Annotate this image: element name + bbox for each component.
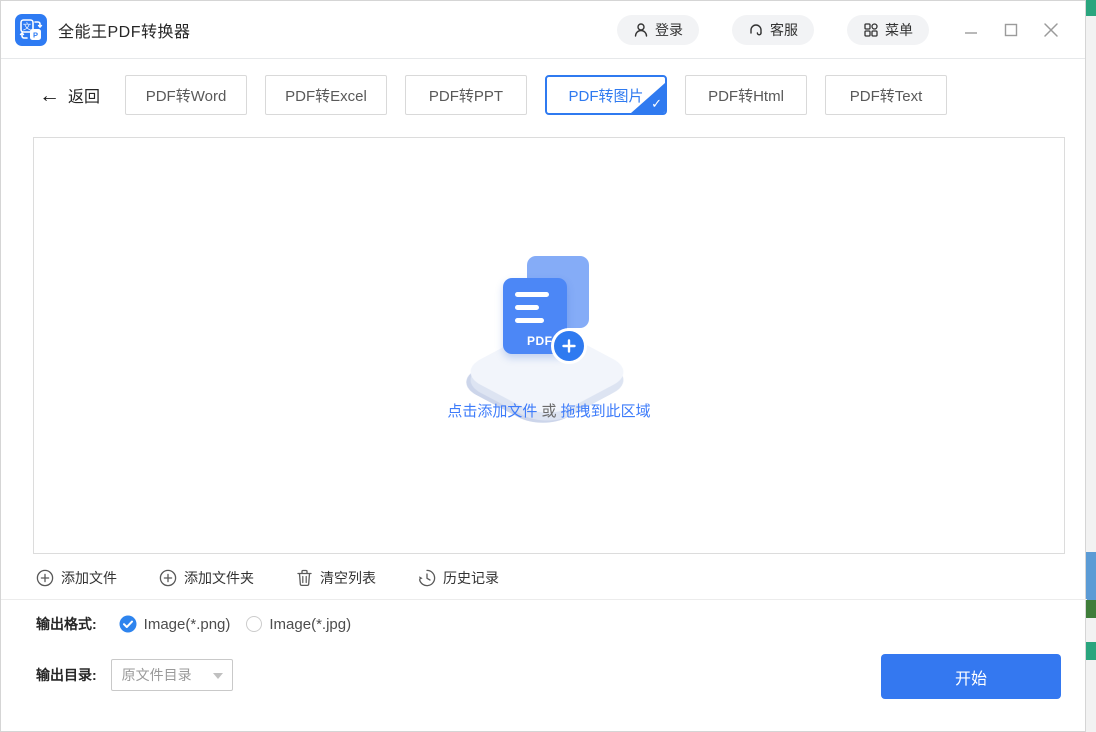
- tab-label: PDF转Text: [850, 85, 923, 106]
- background-photo-fragment: [1086, 552, 1096, 600]
- output-dir-select[interactable]: 原文件目录: [111, 659, 233, 691]
- back-arrow-icon: ←: [39, 85, 60, 106]
- tab-pdf-to-excel[interactable]: PDF转Excel✓: [265, 75, 387, 115]
- background-photo-fragment: [1086, 600, 1096, 618]
- radio-jpg-label: Image(*.jpg): [269, 616, 351, 633]
- add-plus-icon: [551, 328, 587, 364]
- chevron-down-icon: [213, 673, 223, 679]
- tab-pdf-to-ppt[interactable]: PDF转PPT✓: [405, 75, 527, 115]
- tab-pdf-to-text[interactable]: PDF转Text✓: [825, 75, 947, 115]
- history-label: 历史记录: [443, 568, 499, 588]
- menu-button[interactable]: 菜单: [847, 15, 929, 45]
- app-window: 文 P 全能王PDF转换器 登录: [0, 0, 1086, 732]
- window-controls: [951, 10, 1071, 50]
- check-icon: ✓: [651, 96, 662, 112]
- tab-pdf-to-html[interactable]: PDF转Html✓: [685, 75, 807, 115]
- titlebar: 文 P 全能王PDF转换器 登录: [1, 1, 1085, 59]
- file-dropzone[interactable]: PDF 点击添加文件 或 拖拽到此区域: [33, 137, 1065, 554]
- tab-label: PDF转Word: [146, 85, 227, 106]
- conversion-nav: ← 返回 PDF转Word✓ PDF转Excel✓ PDF转PPT✓ PDF转图…: [1, 73, 1085, 117]
- divider: [1, 599, 1087, 600]
- output-dir-row: 输出目录: 原文件目录: [36, 659, 233, 691]
- user-icon: [633, 22, 649, 38]
- support-label: 客服: [770, 20, 798, 40]
- radio-png-label: Image(*.png): [144, 616, 231, 633]
- output-format-label: 输出格式:: [36, 614, 97, 634]
- support-button[interactable]: 客服: [732, 15, 814, 45]
- background-fragment: [1086, 0, 1096, 16]
- pdf-badge: PDF: [527, 334, 553, 348]
- start-button[interactable]: 开始: [881, 654, 1061, 699]
- radio-unchecked-icon: [246, 616, 262, 632]
- svg-text:P: P: [33, 30, 38, 39]
- hint-drag-here: 拖拽到此区域: [561, 403, 651, 420]
- file-toolbar: 添加文件 添加文件夹 清空列表: [36, 564, 499, 592]
- app-title: 全能王PDF转换器: [58, 18, 191, 42]
- tab-label: PDF转Excel: [285, 85, 367, 106]
- dropzone-hint: 点击添加文件 或 拖拽到此区域: [34, 400, 1064, 421]
- tab-pdf-to-image[interactable]: PDF转图片✓: [545, 75, 667, 115]
- radio-image-jpg[interactable]: Image(*.jpg): [246, 616, 351, 633]
- check-circle-icon: [119, 615, 137, 633]
- minimize-button[interactable]: [951, 10, 991, 50]
- output-format-row: 输出格式: Image(*.png) Image(*.jpg): [36, 611, 351, 637]
- tab-label: PDF转Html: [708, 85, 784, 106]
- output-dir-value: 原文件目录: [122, 665, 192, 685]
- history-button[interactable]: 历史记录: [418, 568, 499, 588]
- menu-label: 菜单: [885, 20, 913, 40]
- output-dir-label: 输出目录:: [36, 665, 97, 685]
- back-label: 返回: [68, 83, 100, 107]
- trash-icon: [296, 569, 313, 587]
- radio-image-png[interactable]: Image(*.png): [119, 615, 231, 633]
- tab-bar: PDF转Word✓ PDF转Excel✓ PDF转PPT✓ PDF转图片✓ PD…: [125, 75, 947, 115]
- back-button[interactable]: ← 返回: [39, 83, 100, 107]
- plus-circle-icon: [159, 569, 177, 587]
- svg-text:文: 文: [23, 21, 32, 31]
- titlebar-actions: 登录 客服 菜单: [584, 10, 1085, 50]
- add-files-illustration: PDF: [469, 256, 629, 386]
- tab-pdf-to-word[interactable]: PDF转Word✓: [125, 75, 247, 115]
- login-label: 登录: [655, 20, 683, 40]
- background-desktop-strip: [1086, 0, 1096, 732]
- screen: 文 P 全能王PDF转换器 登录: [0, 0, 1096, 732]
- hint-or: 或: [537, 403, 560, 420]
- maximize-button[interactable]: [991, 10, 1031, 50]
- add-file-label: 添加文件: [61, 568, 117, 588]
- app-logo-icon: 文 P: [15, 14, 47, 46]
- close-button[interactable]: [1031, 10, 1071, 50]
- add-folder-label: 添加文件夹: [184, 568, 254, 588]
- clear-list-button[interactable]: 清空列表: [296, 568, 376, 588]
- headset-icon: [748, 22, 764, 38]
- plus-circle-icon: [36, 569, 54, 587]
- history-clock-icon: [418, 569, 436, 587]
- hint-add-files[interactable]: 点击添加文件: [447, 403, 537, 420]
- tab-label: PDF转PPT: [429, 85, 503, 106]
- clear-list-label: 清空列表: [320, 568, 376, 588]
- login-button[interactable]: 登录: [617, 15, 699, 45]
- background-fragment: [1086, 642, 1096, 660]
- add-folder-button[interactable]: 添加文件夹: [159, 568, 254, 588]
- grid-menu-icon: [863, 22, 879, 38]
- add-file-button[interactable]: 添加文件: [36, 568, 117, 588]
